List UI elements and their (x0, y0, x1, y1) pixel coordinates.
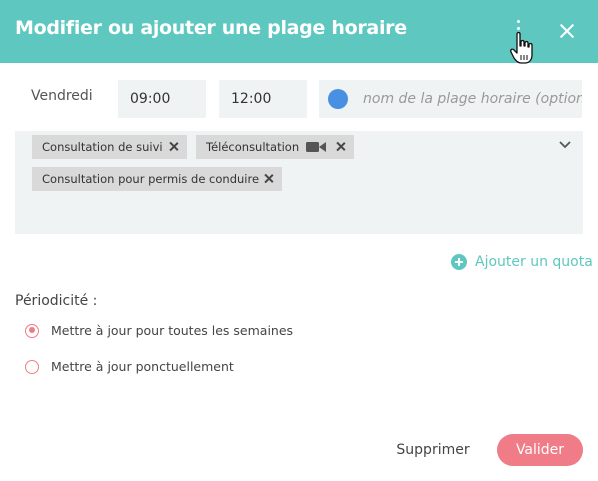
periodicity-label: Périodicité : (15, 293, 98, 309)
end-time-field[interactable]: 12:00 (219, 80, 307, 118)
tag-item: Téléconsultation (196, 135, 354, 159)
day-label: Vendredi (31, 88, 93, 104)
remove-tag-icon[interactable] (262, 172, 275, 185)
radio-label: Mettre à jour ponctuellement (51, 359, 234, 374)
add-quota-button[interactable]: Ajouter un quota (451, 254, 593, 270)
remove-tag-icon[interactable] (167, 140, 180, 153)
tag-item: Consultation pour permis de conduire (32, 167, 282, 191)
video-camera-icon (306, 142, 326, 152)
slot-name-field[interactable]: nom de la plage horaire (optionnel) (319, 80, 582, 118)
chevron-down-icon[interactable] (558, 138, 572, 152)
radio-option-once[interactable]: Mettre à jour ponctuellement (25, 359, 234, 374)
tag-label: Téléconsultation (206, 140, 300, 154)
confirm-button[interactable]: Valider (497, 434, 583, 466)
radio-label: Mettre à jour pour toutes les semaines (51, 323, 294, 338)
radio-button[interactable] (25, 323, 39, 338)
plus-circle-icon (451, 254, 467, 270)
color-picker[interactable] (328, 89, 348, 109)
add-quota-label: Ajouter un quota (475, 254, 593, 270)
remove-tag-icon[interactable] (334, 140, 347, 153)
tag-label: Consultation de suivi (42, 140, 163, 154)
delete-button[interactable]: Supprimer (386, 435, 480, 465)
dialog-title: Modifier ou ajouter une plage horaire (15, 17, 407, 39)
hand-cursor-icon (510, 31, 533, 64)
tag-item: Consultation de suivi (32, 135, 187, 159)
start-time-field[interactable]: 09:00 (118, 80, 206, 118)
radio-option-weekly[interactable]: Mettre à jour pour toutes les semaines (25, 323, 293, 338)
close-icon[interactable] (556, 20, 578, 42)
radio-button[interactable] (25, 359, 39, 374)
tag-label: Consultation pour permis de conduire (42, 172, 260, 186)
